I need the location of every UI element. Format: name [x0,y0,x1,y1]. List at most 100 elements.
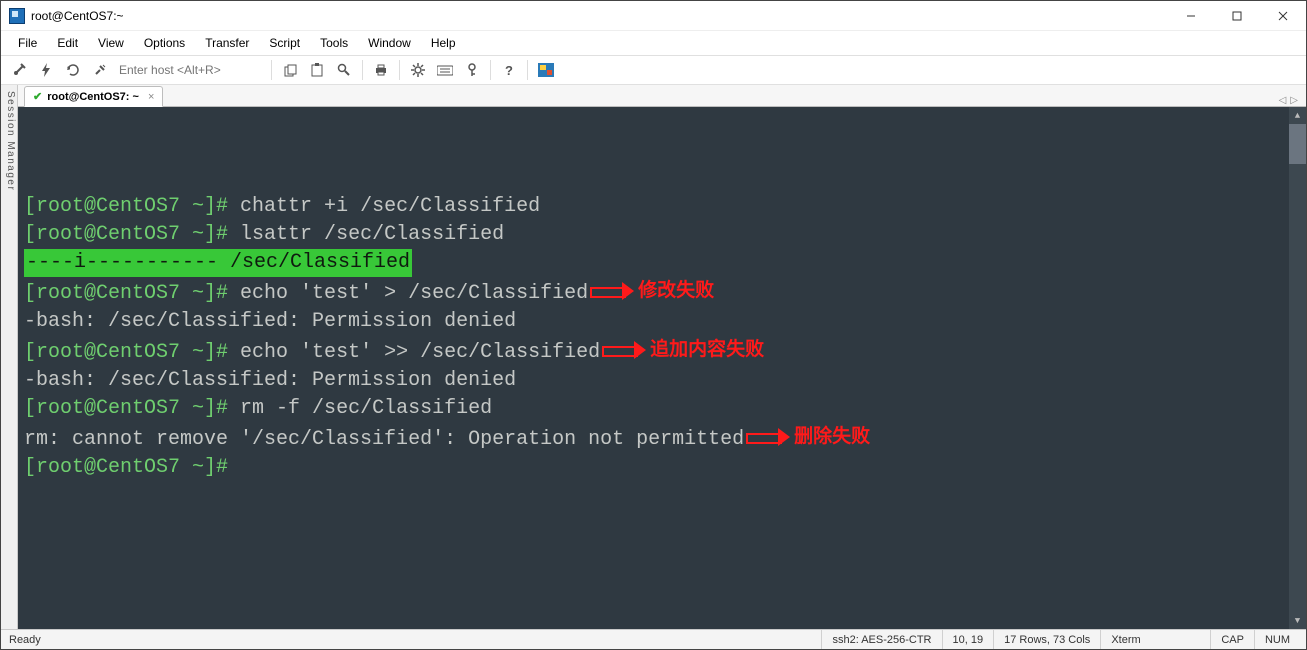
status-term-size: 17 Rows, 73 Cols [993,630,1100,649]
plug-icon [12,63,26,77]
statusbar: Ready ssh2: AES-256-CTR 10, 19 17 Rows, … [1,629,1306,649]
prompt: [root@CentOS7 ~]# [24,395,240,423]
tab-label: root@CentOS7: ~ [47,91,139,103]
prompt: [root@CentOS7 ~]# [24,454,240,482]
app-icon [9,8,25,24]
toolbar-separator [490,60,491,80]
arrow-icon [746,430,790,444]
prompt: [root@CentOS7 ~]# [24,221,240,249]
menu-options[interactable]: Options [135,33,194,53]
gear-icon [411,63,425,77]
menu-tools[interactable]: Tools [311,33,357,53]
tab-next-button[interactable]: ▷ [1290,95,1298,106]
command-text: rm -f /sec/Classified [240,395,492,423]
command-text: echo 'test' > /sec/Classified [240,280,588,308]
command-text: chattr +i /sec/Classified [240,193,540,221]
toolbar-separator [399,60,400,80]
toolbar-separator [271,60,272,80]
lightning-icon [40,63,52,77]
terminal-line: [root@CentOS7 ~]# echo 'test' > /sec/Cla… [24,277,1300,308]
menu-view[interactable]: View [89,33,133,53]
maximize-icon [1232,11,1242,21]
command-text: lsattr /sec/Classified [240,221,504,249]
terminal-area: ✔ root@CentOS7: ~ × ◁ ▷ ▲ ▼ [root@CentOS… [18,85,1306,629]
status-connection: ssh2: AES-256-CTR [821,630,941,649]
close-button[interactable] [1260,1,1306,30]
disconnect-button[interactable] [88,58,112,82]
menu-transfer[interactable]: Transfer [196,33,258,53]
menu-window[interactable]: Window [359,33,420,53]
xshell-button[interactable] [534,58,558,82]
highlighted-output: ----i----------- /sec/Classified [24,249,412,277]
keyboard-icon [437,64,453,76]
connect-button[interactable] [7,58,31,82]
scroll-up-button[interactable]: ▲ [1289,107,1306,124]
tab-close-button[interactable]: × [148,91,154,103]
menubar: File Edit View Options Transfer Script T… [1,31,1306,55]
key-icon [466,63,478,77]
prompt: [root@CentOS7 ~]# [24,193,240,221]
terminal-line: -bash: /sec/Classified: Permission denie… [24,308,1300,336]
session-tab[interactable]: ✔ root@CentOS7: ~ × [24,86,163,107]
arrow-icon [602,343,646,357]
app-color-icon [538,63,554,77]
status-ready: Ready [7,630,51,649]
window-title: root@CentOS7:~ [31,9,1168,23]
question-icon: ? [505,63,513,78]
menu-file[interactable]: File [9,33,46,53]
status-num: NUM [1254,630,1300,649]
minimize-icon [1186,11,1196,21]
maximize-button[interactable] [1214,1,1260,30]
find-button[interactable] [332,58,356,82]
annotation: 修改失败 [590,277,714,305]
menu-edit[interactable]: Edit [48,33,87,53]
find-icon [337,63,351,77]
toolbar-separator [362,60,363,80]
unplug-icon [93,63,107,77]
paste-button[interactable] [305,58,329,82]
command-text: echo 'test' >> /sec/Classified [240,339,600,367]
menu-help[interactable]: Help [422,33,465,53]
status-emulation: Xterm [1100,630,1210,649]
key-button[interactable] [460,58,484,82]
terminal-line: rm: cannot remove '/sec/Classified': Ope… [24,423,1300,454]
annotation-text: 追加内容失败 [650,336,764,364]
main-area: Session Manager ✔ root@CentOS7: ~ × ◁ ▷ … [1,85,1306,629]
print-icon [374,63,388,77]
terminal[interactable]: ▲ ▼ [root@CentOS7 ~]# chattr +i /sec/Cla… [18,107,1306,629]
quick-connect-button[interactable] [34,58,58,82]
help-button[interactable]: ? [497,58,521,82]
window-controls [1168,1,1306,30]
output-text: rm: cannot remove '/sec/Classified': Ope… [24,426,744,454]
status-caps: CAP [1210,630,1254,649]
output-text: -bash: /sec/Classified: Permission denie… [24,367,516,395]
reconnect-button[interactable] [61,58,85,82]
status-cursor-pos: 10, 19 [942,630,994,649]
terminal-line: [root@CentOS7 ~]# [24,454,1300,482]
settings-button[interactable] [406,58,430,82]
scrollbar-thumb[interactable] [1289,124,1306,164]
scroll-down-button[interactable]: ▼ [1289,612,1306,629]
refresh-icon [66,63,80,77]
annotation-text: 修改失败 [638,277,714,305]
tab-prev-button[interactable]: ◁ [1279,95,1287,106]
tab-strip: ✔ root@CentOS7: ~ × ◁ ▷ [18,85,1306,107]
scrollbar-track[interactable]: ▲ ▼ [1289,107,1306,629]
titlebar: root@CentOS7:~ [1,1,1306,31]
arrow-icon [590,284,634,298]
toolbar: ? [1,55,1306,85]
menu-script[interactable]: Script [260,33,309,53]
minimize-button[interactable] [1168,1,1214,30]
host-input[interactable] [115,60,265,80]
prompt: [root@CentOS7 ~]# [24,339,240,367]
toolbar-separator [527,60,528,80]
session-manager-panel[interactable]: Session Manager [1,85,18,629]
annotation: 追加内容失败 [602,336,764,364]
print-button[interactable] [369,58,393,82]
connected-icon: ✔ [33,90,42,103]
copy-button[interactable] [278,58,302,82]
tab-nav: ◁ ▷ [1279,95,1306,106]
keyboard-button[interactable] [433,58,457,82]
annotation: 删除失败 [746,423,870,451]
copy-icon [284,64,297,77]
